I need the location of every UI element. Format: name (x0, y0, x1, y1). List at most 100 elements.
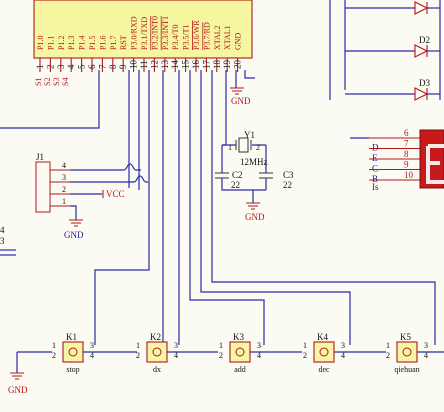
wire-gnd-stub (244, 70, 255, 79)
net-labels: S1 S2 S3 S4 (34, 78, 70, 86)
key-ref: K4 (317, 332, 328, 342)
svg-text:22: 22 (231, 180, 240, 190)
pin-label: XTAL2 (213, 25, 222, 50)
key-switch[interactable]: K3 12 34 add (219, 332, 261, 374)
key-body[interactable] (313, 341, 335, 363)
svg-text:22: 22 (283, 180, 292, 190)
pin-number: 4 (0, 225, 5, 235)
key-pin: 2 (219, 351, 223, 360)
pin-label: P1.2 (57, 36, 66, 50)
diode-symbol (414, 44, 429, 58)
diode-ref: D2 (419, 35, 430, 45)
pin-label: XTAL1 (223, 25, 232, 50)
pin-number: 4 (66, 64, 76, 69)
display-pin-number: 7 (404, 139, 409, 149)
seven-segment-display: 67D8E9C10BIs (350, 128, 444, 192)
pin-number: 7 (97, 64, 107, 69)
pin-number: 10 (129, 60, 139, 70)
pin-number: 3 (0, 236, 5, 246)
svg-text:C2: C2 (232, 170, 243, 180)
key-ref: K2 (150, 332, 161, 342)
key-pin: 4 (341, 351, 345, 360)
pin-number: 14 (170, 60, 180, 70)
diode-symbol (414, 87, 429, 101)
key-pin: 1 (136, 341, 140, 350)
key-pin: 2 (386, 351, 390, 360)
pin-label: P1.7 (109, 36, 118, 50)
svg-text:1: 1 (228, 143, 232, 152)
pin-label: P1.0 (36, 36, 45, 50)
key-body[interactable] (396, 341, 418, 363)
net-label: S3 (52, 78, 61, 86)
display-seg-label: Is (372, 182, 379, 192)
display-pin-number: 6 (404, 128, 409, 138)
net-label: S1 (34, 78, 43, 86)
key-name: dec (318, 365, 330, 374)
key-body[interactable] (146, 341, 168, 363)
svg-text:GND: GND (8, 385, 28, 395)
wire-k1 (94, 70, 150, 345)
crystal-y1: Y1 1 2 12MHz (221, 130, 268, 173)
key-pin: 2 (52, 351, 56, 360)
svg-text:2: 2 (256, 143, 260, 152)
key-name: add (234, 365, 246, 374)
display-pin-number: 9 (404, 160, 409, 170)
key-pin: 4 (90, 351, 94, 360)
pin-number: 15 (181, 60, 191, 70)
pin-label: GND (234, 32, 243, 50)
svg-text:3: 3 (62, 173, 66, 182)
key-switch[interactable]: K2 12 34 dx (136, 332, 178, 374)
key-pin: 3 (424, 341, 428, 350)
svg-text:J1: J1 (36, 152, 44, 162)
svg-text:GND: GND (64, 230, 84, 240)
diode-ref: D3 (419, 78, 430, 88)
pin-label: P3.3/INT1 (161, 16, 170, 50)
key-ref: K5 (400, 332, 411, 342)
pin-number: 19 (222, 60, 232, 70)
pin-number: 16 (191, 60, 201, 70)
gnd-symbol: GND (245, 190, 265, 222)
j1-connector: J1 4 3 2 1 VCC GND (35, 152, 148, 240)
gnd-symbol: GND (8, 372, 28, 395)
key-switch[interactable]: K1 12 34 stop (52, 332, 94, 374)
key-pin: 4 (424, 351, 428, 360)
key-ref: K3 (233, 332, 244, 342)
net-label: S2 (43, 78, 52, 86)
display-seg-label: C (372, 164, 378, 174)
net-label: S4 (61, 78, 70, 86)
capacitor-c3: C3 22 (259, 170, 294, 190)
key-pin: 1 (386, 341, 390, 350)
key-ref: K1 (66, 332, 77, 342)
mcu-chip: P1.0 1 P1.1 2 P1.2 3 P1.3 4 P1.4 5 P1.5 6 P1.6 7 P1.7 8… (33, 0, 253, 72)
wire-k5 (211, 70, 436, 345)
pin-label: P1.4 (78, 36, 87, 50)
display-pin-number: 10 (404, 170, 414, 180)
key-pin: 3 (257, 341, 261, 350)
pin-number: 11 (139, 60, 149, 69)
pin-number: 5 (77, 64, 87, 69)
display-seg-label: E (372, 153, 378, 163)
pin-number: 6 (87, 64, 97, 69)
pin-number: 3 (56, 64, 66, 69)
pin-label: RST (119, 35, 128, 50)
svg-text:VCC: VCC (106, 189, 125, 199)
pin-label: P3.1/TXD (140, 17, 149, 50)
key-pin: 3 (90, 341, 94, 350)
pin-number: 12 (149, 60, 159, 69)
key-pin: 1 (52, 341, 56, 350)
key-pin: 2 (303, 351, 307, 360)
key-body[interactable] (62, 341, 84, 363)
pin-label: P1.1 (46, 36, 55, 50)
pin-label: P1.5 (88, 36, 97, 50)
key-pin: 3 (341, 341, 345, 350)
key-body[interactable] (229, 341, 251, 363)
wire-right (329, 0, 346, 100)
key-name: stop (66, 365, 79, 374)
key-switch[interactable]: K5 12 34 qiehuan (386, 332, 428, 374)
key-name: dx (153, 365, 161, 374)
pin-number: 9 (118, 64, 128, 69)
pin-label: P1.3 (67, 36, 76, 50)
key-pin: 3 (174, 341, 178, 350)
key-switch[interactable]: K4 12 34 dec (303, 332, 345, 374)
key-pin: 4 (174, 351, 178, 360)
